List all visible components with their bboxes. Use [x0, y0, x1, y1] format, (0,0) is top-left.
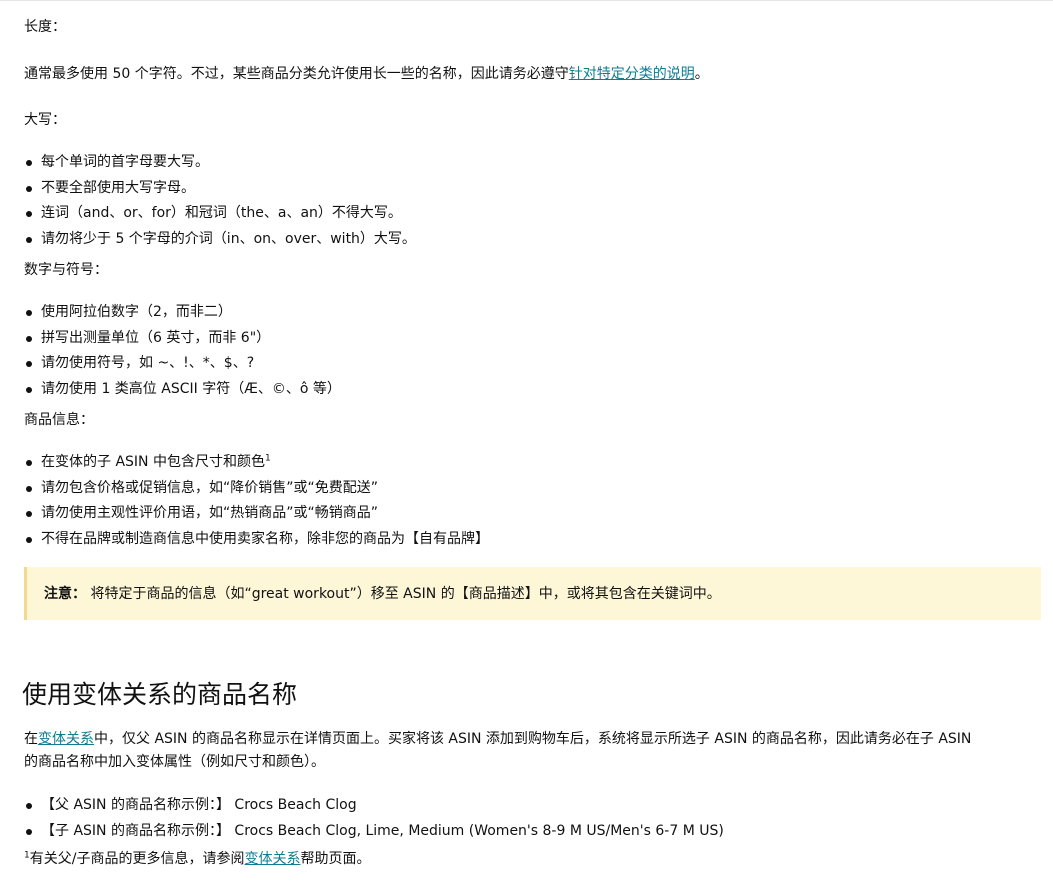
example-value: Crocs Beach Clog, Lime, Medium (Women's … — [229, 822, 724, 839]
note-label: 注意： — [44, 586, 86, 602]
variation-help-link[interactable]: 变体关系 — [244, 851, 300, 867]
product-info-list: 在变体的子 ASIN 中包含尺寸和颜色1 请勿包含价格或促销信息，如“降价销售”… — [24, 450, 489, 553]
list-item-text: 在变体的子 ASIN 中包含尺寸和颜色 — [41, 454, 265, 470]
list-item: 连词（and、or、for）和冠词（the、a、an）不得大写。 — [24, 201, 416, 227]
list-item: 【子 ASIN 的商品名称示例：】 Crocs Beach Clog, Lime… — [24, 819, 724, 845]
length-heading: 长度： — [24, 19, 66, 35]
numbers-heading: 数字与符号： — [24, 262, 108, 278]
footnote-text-end: 帮助页面。 — [300, 851, 371, 867]
example-label: 【父 ASIN 的商品名称示例：】 — [41, 797, 230, 813]
list-item: 在变体的子 ASIN 中包含尺寸和颜色1 — [24, 450, 489, 476]
note-text: 将特定于商品的信息（如“great workout”）移至 ASIN 的【商品描… — [86, 586, 721, 602]
list-item: 请勿使用 1 类高位 ASCII 字符（Æ、©、ô 等） — [24, 377, 341, 403]
list-item: 请勿使用符号，如 ~、!、*、$、? — [24, 351, 341, 377]
variation-relationship-link[interactable]: 变体关系 — [38, 731, 94, 747]
variation-paragraph-line1: 在变体关系中，仅父 ASIN 的商品名称显示在详情页面上。买家将该 ASIN 添… — [24, 728, 971, 748]
list-item: 请勿包含价格或促销信息，如“降价销售”或“免费配送” — [24, 476, 489, 502]
variation-text-prefix: 在 — [24, 731, 38, 747]
footnote: 1有关父/子商品的更多信息，请参阅变体关系帮助页面。 — [24, 848, 370, 868]
list-item: 不得在品牌或制造商信息中使用卖家名称，除非您的商品为【自有品牌】 — [24, 527, 489, 553]
example-value: Crocs Beach Clog — [229, 797, 357, 813]
capitalization-list: 每个单词的首字母要大写。 不要全部使用大写字母。 连词（and、or、for）和… — [24, 150, 416, 253]
list-item: 使用阿拉伯数字（2，而非二） — [24, 300, 341, 326]
length-text: 通常最多使用 50 个字符。不过，某些商品分类允许使用长一些的名称，因此请务必遵… — [24, 66, 569, 82]
list-item: 不要全部使用大写字母。 — [24, 176, 416, 202]
list-item: 请勿将少于 5 个字母的介词（in、on、over、with）大写。 — [24, 227, 416, 253]
help-page: 长度： 通常最多使用 50 个字符。不过，某些商品分类允许使用长一些的名称，因此… — [0, 0, 1053, 886]
capitalization-heading: 大写： — [24, 112, 66, 128]
product-info-heading: 商品信息： — [24, 412, 94, 428]
note-callout: 注意： 将特定于商品的信息（如“great workout”）移至 ASIN 的… — [24, 567, 1041, 620]
variation-paragraph-line2: 的商品名称中加入变体属性（例如尺寸和颜色）。 — [24, 754, 325, 770]
category-guidelines-link[interactable]: 针对特定分类的说明 — [569, 66, 695, 82]
footnote-marker: 1 — [264, 453, 271, 464]
list-item: 【父 ASIN 的商品名称示例：】 Crocs Beach Clog — [24, 793, 724, 819]
variation-text: 中，仅父 ASIN 的商品名称显示在详情页面上。买家将该 ASIN 添加到购物车… — [94, 731, 972, 747]
example-label: 【子 ASIN 的商品名称示例：】 — [41, 822, 230, 839]
note-content: 注意： 将特定于商品的信息（如“great workout”）移至 ASIN 的… — [44, 583, 721, 603]
footnote-text: 有关父/子商品的更多信息，请参阅 — [29, 851, 245, 867]
list-item: 请勿使用主观性评价用语，如“热销商品”或“畅销商品” — [24, 501, 489, 527]
top-divider — [0, 0, 1053, 1]
list-item: 每个单词的首字母要大写。 — [24, 150, 416, 176]
numbers-list: 使用阿拉伯数字（2，而非二） 拼写出测量单位（6 英寸，而非 6"） 请勿使用符… — [24, 300, 341, 403]
variation-heading: 使用变体关系的商品名称 — [22, 680, 298, 709]
length-text-end: 。 — [694, 66, 709, 82]
length-paragraph: 通常最多使用 50 个字符。不过，某些商品分类允许使用长一些的名称，因此请务必遵… — [24, 63, 709, 83]
examples-list: 【父 ASIN 的商品名称示例：】 Crocs Beach Clog 【子 AS… — [24, 793, 724, 844]
list-item: 拼写出测量单位（6 英寸，而非 6"） — [24, 326, 341, 352]
